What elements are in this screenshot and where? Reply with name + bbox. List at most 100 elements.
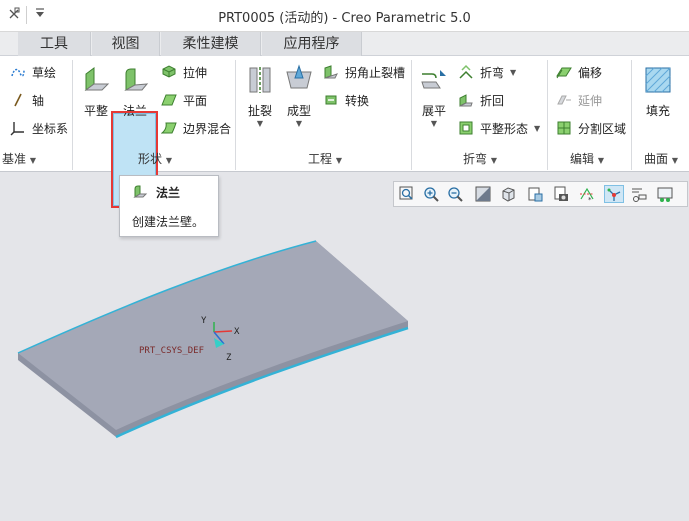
extend-button[interactable]: 延伸: [556, 90, 602, 110]
csys-z-label: Z: [226, 353, 232, 363]
tab-applications[interactable]: 应用程序: [262, 32, 362, 56]
offset-icon: [556, 64, 572, 80]
corner-relief-label: 拐角止裂槽: [345, 65, 406, 80]
form-icon: [283, 64, 315, 96]
tooltip-title: 法兰: [156, 186, 181, 200]
zoom-out-icon[interactable]: [446, 185, 466, 203]
zoom-in-icon[interactable]: [422, 185, 442, 203]
csys-x-axis: [213, 330, 233, 333]
flange-wall-icon: [132, 184, 148, 200]
extrude-label: 拉伸: [183, 65, 208, 80]
boundary-blend-label: 边界混合: [183, 121, 232, 136]
ribbon: 草绘 轴 坐标系 基准 ▼ 平整 法兰 拉伸 平面 边界混合 形状 ▼ 扯裂 ▼…: [0, 56, 689, 208]
unbend-button[interactable]: 展平 ▼: [416, 64, 452, 128]
corner-relief-icon: [323, 64, 339, 80]
group-separator: [631, 60, 632, 170]
form-dropdown-icon[interactable]: ▼: [281, 119, 317, 128]
flat-wall-icon: [80, 64, 112, 96]
group-label-surfaces[interactable]: 曲面 ▼: [636, 150, 686, 166]
extrude-icon: [161, 64, 177, 80]
convert-label: 转换: [345, 93, 370, 108]
bend-dropdown-icon[interactable]: ▼: [510, 68, 516, 77]
bend-back-button[interactable]: 折回: [458, 90, 504, 110]
bend-icon: [458, 64, 474, 80]
rip-dropdown-icon[interactable]: ▼: [242, 119, 278, 128]
saved-orientations-icon[interactable]: [526, 185, 546, 203]
display-style-icon[interactable]: [500, 185, 520, 203]
split-area-icon: [556, 120, 572, 136]
group-label-editing[interactable]: 编辑 ▼: [562, 150, 612, 166]
tab-view[interactable]: 视图: [92, 32, 160, 56]
window-title: PRT0005 (活动的) - Creo Parametric 5.0: [218, 11, 471, 26]
axis-icon: [10, 92, 26, 108]
csys-name-label: PRT_CSYS_DEF: [139, 346, 204, 356]
planar-button[interactable]: 平面: [161, 90, 207, 110]
extend-label: 延伸: [578, 93, 603, 108]
bend-back-icon: [458, 92, 474, 108]
offset-label: 偏移: [578, 65, 603, 80]
corner-relief-button[interactable]: 拐角止裂槽: [323, 62, 405, 82]
flat-pattern-button[interactable]: 平整形态 ▼: [458, 118, 540, 138]
datum-display-filters-icon[interactable]: *: [578, 185, 598, 204]
split-area-label: 分割区域: [578, 121, 627, 136]
rip-button[interactable]: 扯裂 ▼: [242, 64, 278, 128]
extrude-button[interactable]: 拉伸: [161, 62, 207, 82]
planar-icon: [161, 92, 177, 108]
group-label-datum[interactable]: 基准 ▼: [0, 150, 38, 166]
form-label: 成型: [286, 104, 311, 118]
fill-label: 填充: [645, 104, 670, 118]
graphics-toolbar: *: [393, 181, 688, 207]
group-separator: [235, 60, 236, 170]
axis-label: 轴: [32, 93, 45, 108]
sketch-label: 草绘: [32, 65, 57, 80]
flange-wall-icon: [119, 64, 151, 96]
sketch-button[interactable]: 草绘: [10, 62, 56, 82]
fill-button[interactable]: 填充: [640, 64, 676, 119]
repaint-icon[interactable]: [474, 185, 494, 203]
tab-tools[interactable]: 工具: [18, 32, 91, 56]
convert-icon: [323, 92, 339, 108]
flange-tooltip: 法兰 创建法兰壁。: [119, 175, 219, 237]
boundary-blend-icon: [160, 120, 177, 136]
bend-back-label: 折回: [480, 93, 505, 108]
flat-pattern-icon: [458, 120, 474, 136]
svg-text:*: *: [588, 196, 592, 203]
group-separator: [547, 60, 548, 170]
extend-icon: [556, 92, 572, 108]
tab-flexible-modeling[interactable]: 柔性建模: [161, 32, 261, 56]
group-label-engineering[interactable]: 工程 ▼: [295, 150, 355, 166]
unbend-icon: [418, 64, 450, 96]
appearance-gallery-icon[interactable]: [656, 185, 676, 203]
flat-wall-label: 平整: [83, 104, 108, 118]
group-label-shapes[interactable]: 形状 ▼: [120, 150, 190, 166]
view-manager-icon[interactable]: [552, 185, 572, 203]
boundary-blend-button[interactable]: 边界混合: [160, 118, 232, 138]
split-area-button[interactable]: 分割区域: [556, 118, 626, 138]
group-separator: [411, 60, 412, 170]
planar-label: 平面: [183, 93, 208, 108]
axis-button[interactable]: 轴: [10, 90, 44, 110]
coordinate-system-button[interactable]: 坐标系: [10, 118, 68, 138]
title-bar: PRT0005 (活动的) - Creo Parametric 5.0: [0, 0, 689, 32]
bend-button[interactable]: 折弯 ▼: [458, 62, 516, 82]
tooltip-description: 创建法兰壁。: [132, 215, 205, 229]
spin-center-icon[interactable]: [604, 185, 624, 203]
unbend-dropdown-icon[interactable]: ▼: [416, 119, 452, 128]
bend-label: 折弯: [480, 65, 505, 80]
form-button[interactable]: 成型 ▼: [281, 64, 317, 128]
unbend-label: 展平: [421, 104, 446, 118]
flat-pattern-dropdown-icon[interactable]: ▼: [534, 124, 540, 133]
convert-button[interactable]: 转换: [323, 90, 369, 110]
flat-wall-button[interactable]: 平整: [78, 64, 114, 119]
csys-y-label: Y: [201, 316, 207, 326]
fill-icon: [642, 64, 674, 96]
group-separator: [72, 60, 73, 170]
sketch-icon: [10, 64, 26, 80]
offset-button[interactable]: 偏移: [556, 62, 602, 82]
group-label-bends[interactable]: 折弯 ▼: [455, 150, 505, 166]
refit-icon[interactable]: [398, 185, 418, 203]
flat-pattern-label: 平整形态: [480, 121, 529, 136]
graphics-canvas[interactable]: Y X Z PRT_CSYS_DEF: [0, 172, 689, 521]
annotation-display-icon[interactable]: [630, 185, 650, 203]
rip-icon: [244, 64, 276, 96]
